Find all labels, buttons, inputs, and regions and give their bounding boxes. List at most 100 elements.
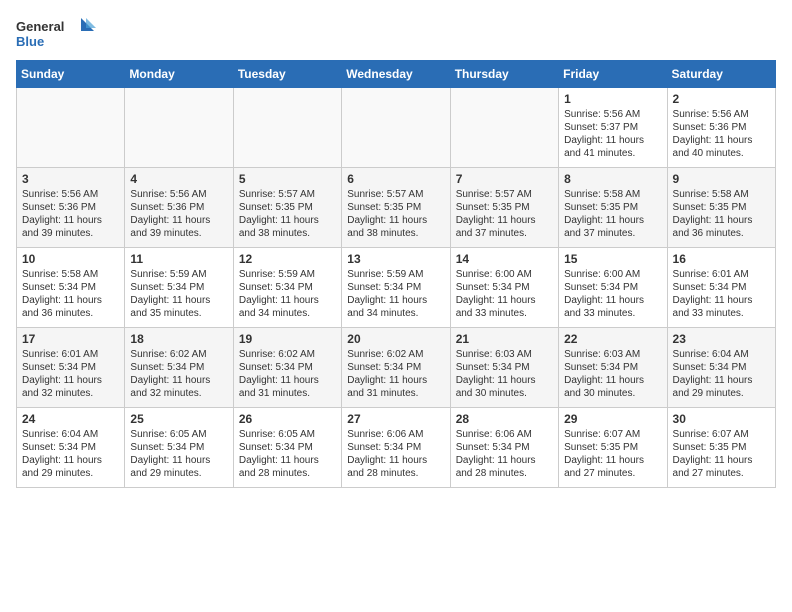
calendar-cell: 28Sunrise: 6:06 AM Sunset: 5:34 PM Dayli… [450, 408, 558, 488]
day-number: 28 [456, 412, 553, 426]
day-info: Sunrise: 5:56 AM Sunset: 5:36 PM Dayligh… [22, 188, 119, 240]
day-number: 13 [347, 252, 444, 266]
day-header-saturday: Saturday [667, 61, 775, 88]
day-number: 25 [130, 412, 227, 426]
day-number: 21 [456, 332, 553, 346]
svg-text:General: General [16, 19, 64, 34]
day-header-monday: Monday [125, 61, 233, 88]
day-header-friday: Friday [559, 61, 667, 88]
day-info: Sunrise: 6:02 AM Sunset: 5:34 PM Dayligh… [347, 348, 444, 400]
day-info: Sunrise: 5:58 AM Sunset: 5:35 PM Dayligh… [564, 188, 661, 240]
week-row-5: 24Sunrise: 6:04 AM Sunset: 5:34 PM Dayli… [17, 408, 776, 488]
day-info: Sunrise: 5:57 AM Sunset: 5:35 PM Dayligh… [456, 188, 553, 240]
day-info: Sunrise: 5:59 AM Sunset: 5:34 PM Dayligh… [130, 268, 227, 320]
day-number: 22 [564, 332, 661, 346]
day-info: Sunrise: 6:03 AM Sunset: 5:34 PM Dayligh… [456, 348, 553, 400]
calendar-cell: 4 Sunrise: 5:56 AM Sunset: 5:36 PM Daylig… [125, 168, 233, 248]
header-row: SundayMondayTuesdayWednesdayThursdayFrid… [17, 61, 776, 88]
day-number: 17 [22, 332, 119, 346]
day-number: 14 [456, 252, 553, 266]
day-info: Sunrise: 5:56 AM Sunset: 5:36 PM Dayligh… [130, 188, 227, 240]
calendar-cell: 24Sunrise: 6:04 AM Sunset: 5:34 PM Dayli… [17, 408, 125, 488]
week-row-4: 17 Sunrise: 6:01 AM Sunset: 5:34 PM Dayli… [17, 328, 776, 408]
calendar-cell [125, 88, 233, 168]
day-number: 20 [347, 332, 444, 346]
day-number: 23 [673, 332, 770, 346]
calendar-cell: 2 Sunrise: 5:56 AM Sunset: 5:36 PM Daylig… [667, 88, 775, 168]
day-number: 24 [22, 412, 119, 426]
logo-svg: General Blue [16, 16, 96, 52]
calendar-cell: 19 Sunrise: 6:02 AM Sunset: 5:34 PM Dayli… [233, 328, 341, 408]
svg-text:Blue: Blue [16, 34, 44, 49]
day-number: 15 [564, 252, 661, 266]
day-number: 5 [239, 172, 336, 186]
week-row-3: 10 Sunrise: 5:58 AM Sunset: 5:34 PM Dayli… [17, 248, 776, 328]
calendar-cell: 7Sunrise: 5:57 AM Sunset: 5:35 PM Daylig… [450, 168, 558, 248]
calendar-cell [17, 88, 125, 168]
day-number: 18 [130, 332, 227, 346]
day-number: 2 [673, 92, 770, 106]
day-number: 3 [22, 172, 119, 186]
day-info: Sunrise: 6:05 AM Sunset: 5:34 PM Dayligh… [239, 428, 336, 480]
day-info: Sunrise: 6:02 AM Sunset: 5:34 PM Dayligh… [130, 348, 227, 400]
calendar-cell: 20 Sunrise: 6:02 AM Sunset: 5:34 PM Dayli… [342, 328, 450, 408]
day-info: Sunrise: 5:57 AM Sunset: 5:35 PM Dayligh… [347, 188, 444, 240]
day-info: Sunrise: 5:59 AM Sunset: 5:34 PM Dayligh… [347, 268, 444, 320]
day-info: Sunrise: 6:00 AM Sunset: 5:34 PM Dayligh… [456, 268, 553, 320]
day-info: Sunrise: 6:04 AM Sunset: 5:34 PM Dayligh… [673, 348, 770, 400]
calendar-cell: 25 Sunrise: 6:05 AM Sunset: 5:34 PM Dayli… [125, 408, 233, 488]
calendar-cell: 21 Sunrise: 6:03 AM Sunset: 5:34 PM Dayli… [450, 328, 558, 408]
calendar-cell: 8Sunrise: 5:58 AM Sunset: 5:35 PM Daylig… [559, 168, 667, 248]
day-number: 19 [239, 332, 336, 346]
logo: General Blue [16, 16, 96, 52]
day-number: 4 [130, 172, 227, 186]
day-number: 26 [239, 412, 336, 426]
calendar-cell: 10 Sunrise: 5:58 AM Sunset: 5:34 PM Dayli… [17, 248, 125, 328]
day-number: 9 [673, 172, 770, 186]
week-row-1: 1 Sunrise: 5:56 AM Sunset: 5:37 PM Daylig… [17, 88, 776, 168]
calendar-table: SundayMondayTuesdayWednesdayThursdayFrid… [16, 60, 776, 488]
day-info: Sunrise: 5:59 AM Sunset: 5:34 PM Dayligh… [239, 268, 336, 320]
calendar-cell: 14 Sunrise: 6:00 AM Sunset: 5:34 PM Dayli… [450, 248, 558, 328]
day-info: Sunrise: 6:06 AM Sunset: 5:34 PM Dayligh… [347, 428, 444, 480]
calendar-cell: 27 Sunrise: 6:06 AM Sunset: 5:34 PM Dayli… [342, 408, 450, 488]
calendar-cell: 5Sunrise: 5:57 AM Sunset: 5:35 PM Daylig… [233, 168, 341, 248]
day-info: Sunrise: 5:56 AM Sunset: 5:37 PM Dayligh… [564, 108, 661, 160]
day-info: Sunrise: 6:03 AM Sunset: 5:34 PM Dayligh… [564, 348, 661, 400]
calendar-cell: 22 Sunrise: 6:03 AM Sunset: 5:34 PM Dayli… [559, 328, 667, 408]
day-number: 11 [130, 252, 227, 266]
day-info: Sunrise: 5:56 AM Sunset: 5:36 PM Dayligh… [673, 108, 770, 160]
day-number: 12 [239, 252, 336, 266]
calendar-cell [233, 88, 341, 168]
page-header: General Blue [16, 16, 776, 52]
week-row-2: 3 Sunrise: 5:56 AM Sunset: 5:36 PM Daylig… [17, 168, 776, 248]
day-header-wednesday: Wednesday [342, 61, 450, 88]
calendar-cell: 12 Sunrise: 5:59 AM Sunset: 5:34 PM Dayli… [233, 248, 341, 328]
day-info: Sunrise: 6:01 AM Sunset: 5:34 PM Dayligh… [673, 268, 770, 320]
day-info: Sunrise: 5:58 AM Sunset: 5:35 PM Dayligh… [673, 188, 770, 240]
day-number: 27 [347, 412, 444, 426]
day-number: 29 [564, 412, 661, 426]
calendar-cell: 15 Sunrise: 6:00 AM Sunset: 5:34 PM Dayli… [559, 248, 667, 328]
day-info: Sunrise: 6:07 AM Sunset: 5:35 PM Dayligh… [564, 428, 661, 480]
calendar-cell: 6 Sunrise: 5:57 AM Sunset: 5:35 PM Daylig… [342, 168, 450, 248]
day-info: Sunrise: 6:07 AM Sunset: 5:35 PM Dayligh… [673, 428, 770, 480]
day-number: 6 [347, 172, 444, 186]
day-info: Sunrise: 6:00 AM Sunset: 5:34 PM Dayligh… [564, 268, 661, 320]
day-number: 1 [564, 92, 661, 106]
day-number: 16 [673, 252, 770, 266]
day-number: 10 [22, 252, 119, 266]
day-info: Sunrise: 5:58 AM Sunset: 5:34 PM Dayligh… [22, 268, 119, 320]
day-number: 30 [673, 412, 770, 426]
day-header-thursday: Thursday [450, 61, 558, 88]
calendar-cell: 11 Sunrise: 5:59 AM Sunset: 5:34 PM Dayli… [125, 248, 233, 328]
day-info: Sunrise: 6:01 AM Sunset: 5:34 PM Dayligh… [22, 348, 119, 400]
calendar-cell: 3 Sunrise: 5:56 AM Sunset: 5:36 PM Daylig… [17, 168, 125, 248]
calendar-cell: 18 Sunrise: 6:02 AM Sunset: 5:34 PM Dayli… [125, 328, 233, 408]
calendar-cell: 9 Sunrise: 5:58 AM Sunset: 5:35 PM Daylig… [667, 168, 775, 248]
day-info: Sunrise: 6:02 AM Sunset: 5:34 PM Dayligh… [239, 348, 336, 400]
day-info: Sunrise: 6:05 AM Sunset: 5:34 PM Dayligh… [130, 428, 227, 480]
calendar-cell [450, 88, 558, 168]
calendar-cell [342, 88, 450, 168]
calendar-cell: 26 Sunrise: 6:05 AM Sunset: 5:34 PM Dayli… [233, 408, 341, 488]
